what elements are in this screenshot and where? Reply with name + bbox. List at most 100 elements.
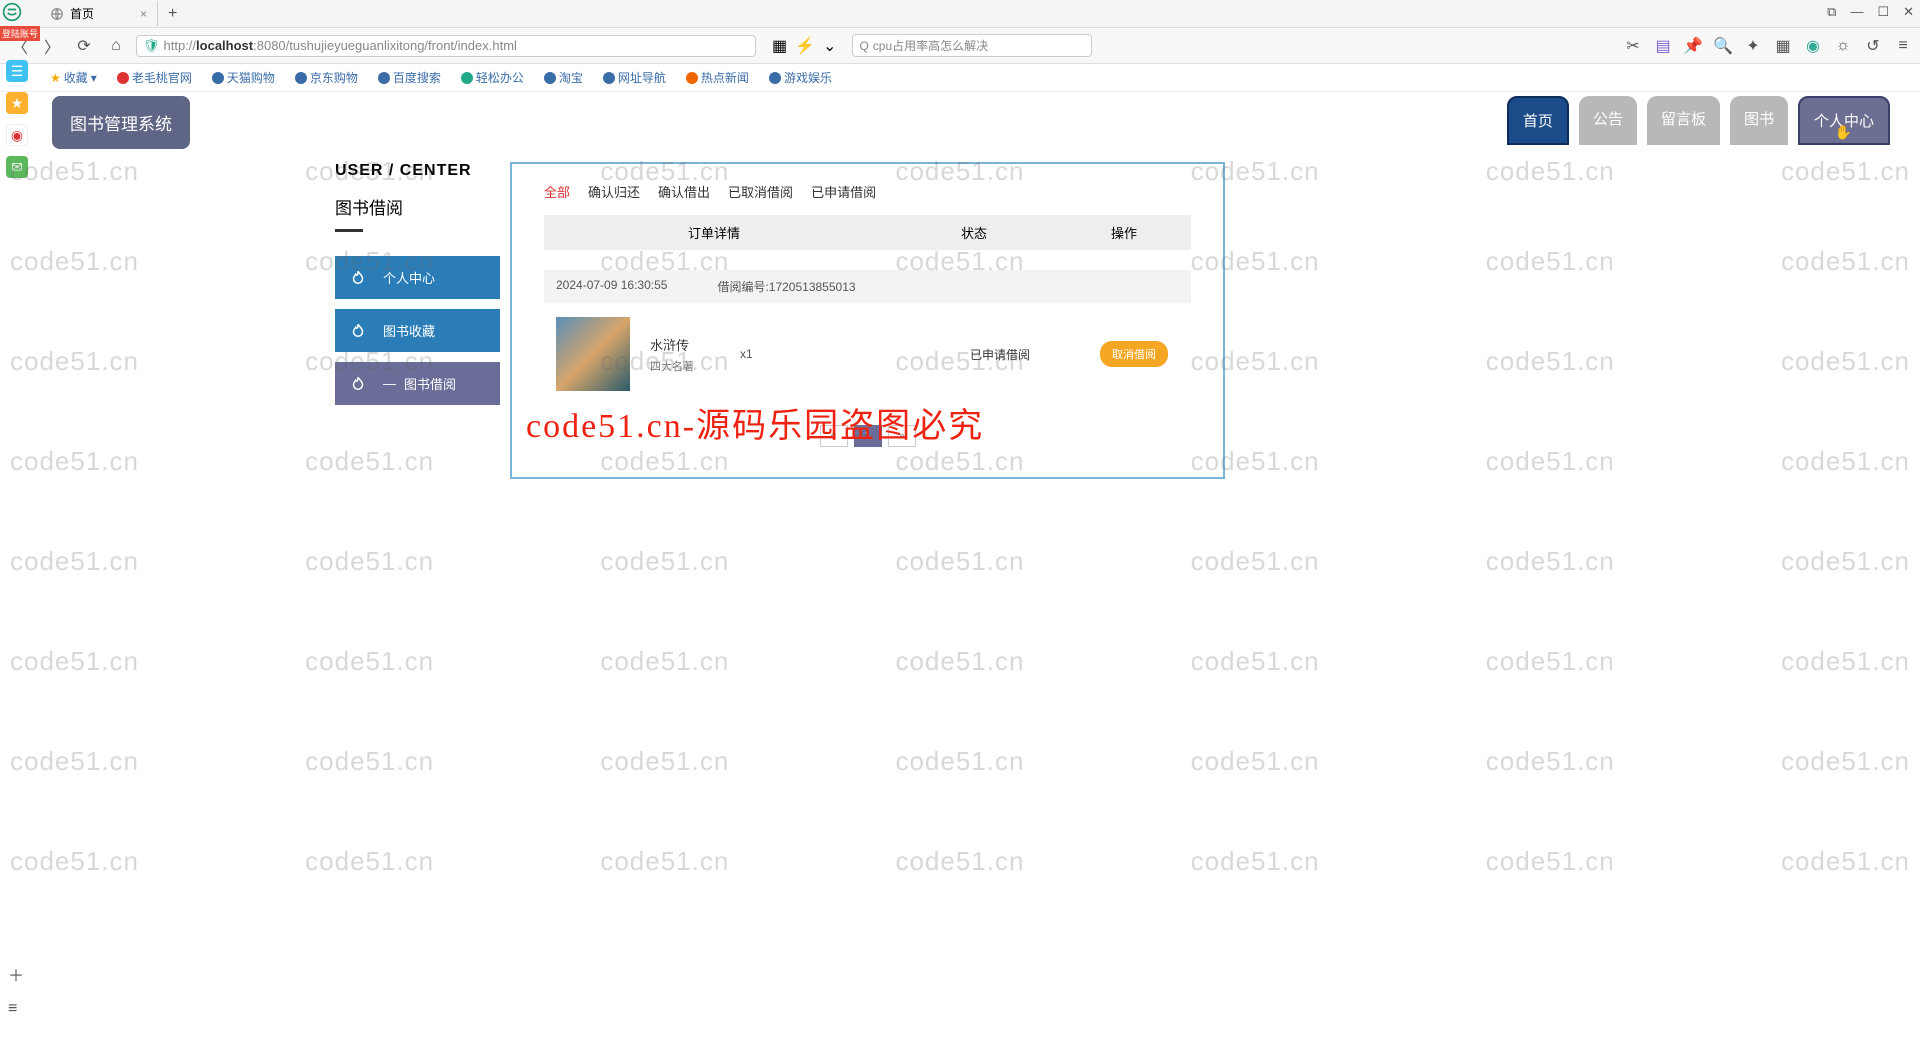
plus-icon[interactable]: ＋: [8, 962, 24, 986]
th-action: 操作: [1064, 223, 1184, 242]
close-window-icon[interactable]: ✕: [1903, 4, 1914, 20]
book-info: 水浒传 四大名著: [650, 335, 730, 374]
translate-icon[interactable]: ▤: [1654, 37, 1672, 55]
sun-icon[interactable]: ☼: [1834, 37, 1852, 55]
window-controls: ⧉ — ☐ ✕: [1827, 4, 1914, 20]
fav-link[interactable]: 老毛桃官网: [117, 69, 192, 86]
tab-confirm-return[interactable]: 确认归还: [588, 182, 640, 201]
book-quantity: x1: [740, 347, 840, 361]
circle-icon[interactable]: ◉: [1804, 37, 1822, 55]
chevron-down-icon[interactable]: ⌄: [823, 36, 836, 56]
watermark-row: code51.cncode51.cncode51.cncode51.cncode…: [0, 646, 1920, 677]
minimize-icon[interactable]: —: [1850, 4, 1863, 20]
fav-link[interactable]: 网址导航: [603, 69, 666, 86]
dot-icon: [686, 72, 698, 84]
menu-book-borrow[interactable]: — 图书借阅: [335, 362, 500, 405]
order-meta-row: 2024-07-09 16:30:55 借阅编号:1720513855013: [544, 270, 1191, 303]
dot-icon: [378, 72, 390, 84]
book-title: 水浒传: [650, 335, 730, 354]
th-detail: 订单详情: [544, 223, 884, 242]
side-eye-icon[interactable]: ◉: [6, 124, 28, 146]
fav-link[interactable]: 百度搜索: [378, 69, 441, 86]
pin-icon[interactable]: 📌: [1684, 37, 1702, 55]
tab-applied[interactable]: 已申请借阅: [811, 182, 876, 201]
dash: —: [383, 376, 396, 391]
search-icon: Q: [859, 39, 868, 53]
page-content: 图书管理系统 首页 公告 留言板 图书 个人中心 ✋ USER / CENTER…: [0, 92, 1920, 100]
undo-icon[interactable]: ↺: [1864, 37, 1882, 55]
nav-notice[interactable]: 公告: [1579, 96, 1637, 145]
browser-tab-bar: 首页 × +: [0, 0, 1920, 28]
login-tag[interactable]: 登陆账号: [0, 26, 40, 41]
book-author: 四大名著: [650, 358, 730, 374]
tab-close-icon[interactable]: ×: [140, 7, 147, 21]
scissors-icon[interactable]: ✂: [1624, 37, 1642, 55]
shield-icon: 🛡: [143, 38, 160, 54]
url-input[interactable]: 🛡 http://localhost:8080/tushujieyueguanl…: [136, 35, 756, 57]
watermark-overlay: code51.cn-源码乐园盗图必究: [526, 398, 984, 447]
reload-button[interactable]: ⟳: [72, 34, 96, 58]
puzzle-icon[interactable]: ✦: [1744, 37, 1762, 55]
fav-link[interactable]: 京东购物: [295, 69, 358, 86]
nav-board[interactable]: 留言板: [1647, 96, 1720, 145]
dot-icon: [769, 72, 781, 84]
table-row: 水浒传 四大名著 x1 已申请借阅 取消借阅: [544, 303, 1191, 411]
dot-icon: [117, 72, 129, 84]
forward-button[interactable]: 〉: [40, 34, 64, 58]
flame-icon: [349, 322, 367, 340]
side-app-icon[interactable]: ☰: [6, 60, 28, 82]
dot-icon: [295, 72, 307, 84]
favorites-button[interactable]: ★收藏▾: [50, 69, 97, 86]
apps-icon[interactable]: ▦: [1774, 37, 1792, 55]
url-text: http://localhost:8080/tushujieyueguanlix…: [164, 38, 517, 53]
menu-icon[interactable]: ≡: [1894, 37, 1912, 55]
nav-home[interactable]: 首页: [1507, 96, 1569, 145]
watermark-row: code51.cncode51.cncode51.cncode51.cncode…: [0, 846, 1920, 877]
picture-in-picture-icon[interactable]: ⧉: [1827, 4, 1836, 20]
zoom-icon[interactable]: 🔍: [1714, 37, 1732, 55]
cancel-borrow-button[interactable]: 取消借阅: [1100, 341, 1168, 367]
row-status: 已申请借阅: [970, 346, 1070, 363]
menu-book-collection[interactable]: 图书收藏: [335, 309, 500, 352]
cursor-icon: ✋: [1835, 124, 1852, 141]
qr-icon[interactable]: ▦: [772, 36, 787, 56]
favorites-bar: ★收藏▾ 老毛桃官网 天猫购物 京东购物 百度搜索 轻松办公 淘宝 网址导航 热…: [0, 64, 1920, 92]
watermark-row: code51.cncode51.cncode51.cncode51.cncode…: [0, 546, 1920, 577]
dot-icon: [461, 72, 473, 84]
flame-icon: [349, 375, 367, 393]
list-icon[interactable]: ≡: [8, 1000, 24, 1018]
bolt-icon[interactable]: ⚡: [795, 36, 815, 56]
menu-personal-center[interactable]: 个人中心: [335, 256, 500, 299]
th-status: 状态: [884, 223, 1064, 242]
search-input[interactable]: Q cpu占用率高怎么解决: [852, 34, 1092, 57]
fav-link[interactable]: 游戏娱乐: [769, 69, 832, 86]
fav-link[interactable]: 轻松办公: [461, 69, 524, 86]
book-thumbnail[interactable]: [556, 317, 630, 391]
dot-icon: [603, 72, 615, 84]
maximize-icon[interactable]: ☐: [1877, 4, 1889, 20]
fav-link[interactable]: 天猫购物: [212, 69, 275, 86]
active-tab[interactable]: 首页 ×: [40, 1, 158, 26]
flame-icon: [349, 269, 367, 287]
order-time: 2024-07-09 16:30:55: [556, 278, 667, 295]
dot-icon: [544, 72, 556, 84]
bottom-left-icons: ＋ ≡: [8, 962, 24, 1018]
search-text: cpu占用率高怎么解决: [873, 37, 988, 54]
divider: [335, 229, 363, 232]
table-header: 订单详情 状态 操作: [544, 215, 1191, 250]
browser-logo: [2, 2, 34, 26]
fav-link[interactable]: 热点新闻: [686, 69, 749, 86]
home-button[interactable]: ⌂: [104, 34, 128, 58]
tab-all[interactable]: 全部: [544, 182, 570, 201]
top-nav: 首页 公告 留言板 图书 个人中心 ✋: [1507, 96, 1890, 145]
tab-cancelled[interactable]: 已取消借阅: [728, 182, 793, 201]
globe-icon: [50, 7, 64, 21]
new-tab-button[interactable]: +: [158, 5, 187, 23]
tab-confirm-out[interactable]: 确认借出: [658, 182, 710, 201]
user-center-left: USER / CENTER 图书借阅 个人中心 图书收藏 — 图书借阅: [335, 162, 500, 479]
left-sidebar-icons: ☰ ★ ◉ ✉: [6, 60, 28, 178]
fav-link[interactable]: 淘宝: [544, 69, 583, 86]
site-logo[interactable]: 图书管理系统: [52, 96, 190, 149]
nav-book[interactable]: 图书: [1730, 96, 1788, 145]
tab-title: 首页: [70, 5, 94, 22]
